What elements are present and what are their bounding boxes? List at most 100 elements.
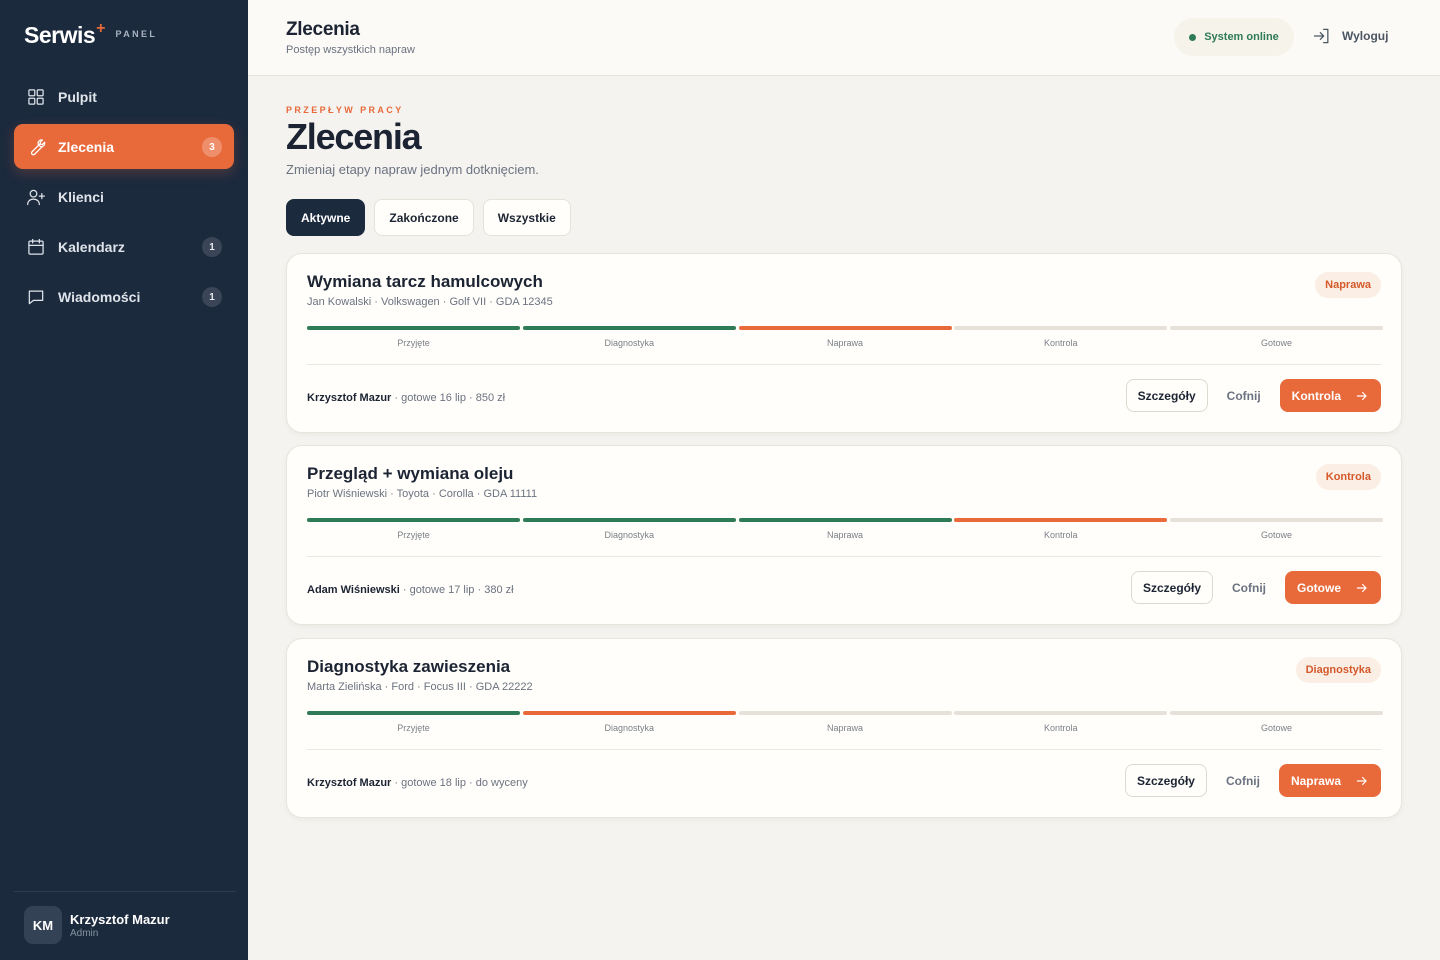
user-role: Admin (70, 927, 99, 939)
sidebar-item-wiadomosci[interactable]: Wiadomości 1 (14, 274, 234, 319)
next-stage-button[interactable]: Kontrola (1279, 379, 1381, 412)
order-title: Przegląd + wymiana oleju (307, 464, 514, 483)
step-label: Kontrola (1043, 723, 1078, 733)
wrench-icon (26, 137, 46, 157)
details-button[interactable]: Szczegóły (1124, 764, 1207, 797)
progress-step: Naprawa (738, 711, 952, 733)
order-footer: Adam Wiśniewski · gotowe 17 lip · 380 zł (307, 584, 514, 596)
tab-zakonczone[interactable]: Zakończone (374, 199, 474, 236)
progress-step: Przyjęte (307, 711, 520, 733)
header-title: Zlecenia (286, 19, 360, 40)
status-dot-icon (1189, 33, 1197, 41)
count-badge: 1 (202, 287, 222, 307)
progress-bar (307, 326, 520, 330)
progress-bar (1170, 518, 1383, 522)
progress-bar (522, 518, 736, 522)
card-divider (307, 364, 1381, 365)
order-details-text: · gotowe 18 lip · do wyceny (391, 777, 528, 789)
next-stage-button[interactable]: Naprawa (1278, 764, 1381, 797)
user-profile[interactable]: KM Krzysztof Mazur Admin (24, 906, 170, 944)
progress-step: Kontrola (954, 711, 1168, 733)
sidebar-item-label: Klienci (58, 188, 104, 205)
step-label: Diagnostyka (604, 338, 655, 348)
next-stage-label: Gotowe (1297, 580, 1341, 595)
step-label: Kontrola (1043, 530, 1078, 540)
progress-step: Diagnostyka (522, 711, 736, 733)
order-footer: Krzysztof Mazur · gotowe 16 lip · 850 zł (307, 392, 505, 404)
progress-bar (954, 326, 1168, 330)
sidebar-item-label: Kalendarz (58, 238, 125, 255)
brand-name: Serwis (24, 22, 96, 48)
order-details-text: · gotowe 17 lip · 380 zł (399, 584, 514, 596)
progress-bar (738, 711, 952, 715)
back-button[interactable]: Cofnij (1207, 764, 1279, 797)
user-name: Krzysztof Mazur (70, 911, 170, 927)
header-subtitle: Postęp wszystkich napraw (286, 44, 415, 56)
sidebar-item-kalendarz[interactable]: Kalendarz 1 (14, 224, 234, 269)
tab-wszystkie[interactable]: Wszystkie (482, 199, 571, 236)
order-actions: Szczegóły Cofnij Kontrola (1125, 379, 1381, 412)
progress-bar (954, 711, 1168, 715)
sidebar-item-zlecenia[interactable]: Zlecenia 3 (14, 124, 234, 169)
step-label: Przyjęte (397, 530, 430, 540)
progress-bar (1170, 711, 1383, 715)
back-button[interactable]: Cofnij (1208, 379, 1280, 412)
progress-step: Diagnostyka (522, 518, 736, 540)
tab-aktywne[interactable]: Aktywne (286, 199, 366, 236)
sidebar-item-label: Wiadomości (58, 288, 141, 305)
next-stage-label: Naprawa (1290, 773, 1341, 788)
avatar: KM (24, 906, 62, 944)
details-button[interactable]: Szczegóły (1125, 379, 1208, 412)
step-label: Diagnostyka (604, 530, 655, 540)
user-info: Krzysztof Mazur Admin (70, 912, 170, 939)
sidebar-item-klienci[interactable]: Klienci (14, 174, 234, 219)
grid-icon (26, 87, 46, 107)
page-subtitle: Zmieniaj etapy napraw jednym dotknięciem… (286, 162, 539, 177)
card-divider (307, 556, 1381, 557)
filter-tabs: Aktywne Zakończone Wszystkie (286, 199, 580, 236)
order-card: Przegląd + wymiana oleju Piotr Wiśniewsk… (286, 445, 1402, 625)
sidebar-item-label: Pulpit (58, 88, 97, 105)
order-title: Wymiana tarcz hamulcowych (307, 272, 543, 291)
brand-logo[interactable]: Serwis + PANEL (24, 20, 157, 49)
calendar-icon (26, 237, 46, 257)
progress-step: Naprawa (738, 518, 952, 540)
progress-steps: Przyjęte Diagnostyka Naprawa Kontrola Go… (307, 711, 1383, 733)
step-label: Kontrola (1043, 338, 1078, 348)
next-stage-button[interactable]: Gotowe (1285, 571, 1381, 604)
step-label: Gotowe (1260, 338, 1293, 348)
back-button[interactable]: Cofnij (1213, 571, 1285, 604)
mechanic-name: Krzysztof Mazur (307, 392, 392, 404)
section-eyebrow: PRZEPŁYW PRACY (286, 105, 404, 115)
progress-step: Gotowe (1170, 518, 1383, 540)
message-icon (26, 287, 46, 307)
progress-step: Naprawa (738, 326, 952, 348)
mechanic-name: Krzysztof Mazur (307, 777, 392, 789)
order-title: Diagnostyka zawieszenia (307, 657, 511, 676)
order-meta: Jan Kowalski · Volkswagen · Golf VII · G… (307, 296, 553, 308)
progress-bar (1170, 326, 1383, 330)
next-stage-label: Kontrola (1291, 388, 1341, 403)
step-label: Naprawa (826, 338, 864, 348)
stage-badge: Diagnostyka (1295, 657, 1381, 683)
progress-steps: Przyjęte Diagnostyka Naprawa Kontrola Go… (307, 518, 1383, 540)
step-label: Naprawa (826, 530, 864, 540)
progress-bar (738, 518, 952, 522)
sidebar-item-pulpit[interactable]: Pulpit (14, 74, 234, 119)
progress-step: Diagnostyka (522, 326, 736, 348)
details-button[interactable]: Szczegóły (1130, 571, 1213, 604)
progress-step: Kontrola (954, 326, 1168, 348)
order-card: Diagnostyka zawieszenia Marta Zielińska … (286, 638, 1402, 818)
progress-step: Przyjęte (307, 518, 520, 540)
progress-bar (954, 518, 1168, 522)
progress-bar (738, 326, 952, 330)
order-details-text: · gotowe 16 lip · 850 zł (391, 392, 506, 404)
progress-step: Gotowe (1170, 326, 1383, 348)
card-divider (307, 749, 1381, 750)
stage-badge: Naprawa (1315, 272, 1381, 298)
logout-button[interactable]: Wyloguj (1312, 26, 1388, 46)
brand-plus: + (96, 20, 106, 37)
arrow-right-icon (1356, 583, 1367, 592)
sidebar: Serwis + PANEL Pulpit Zlecenia 3 Klienci (0, 0, 248, 960)
progress-bar (307, 711, 520, 715)
